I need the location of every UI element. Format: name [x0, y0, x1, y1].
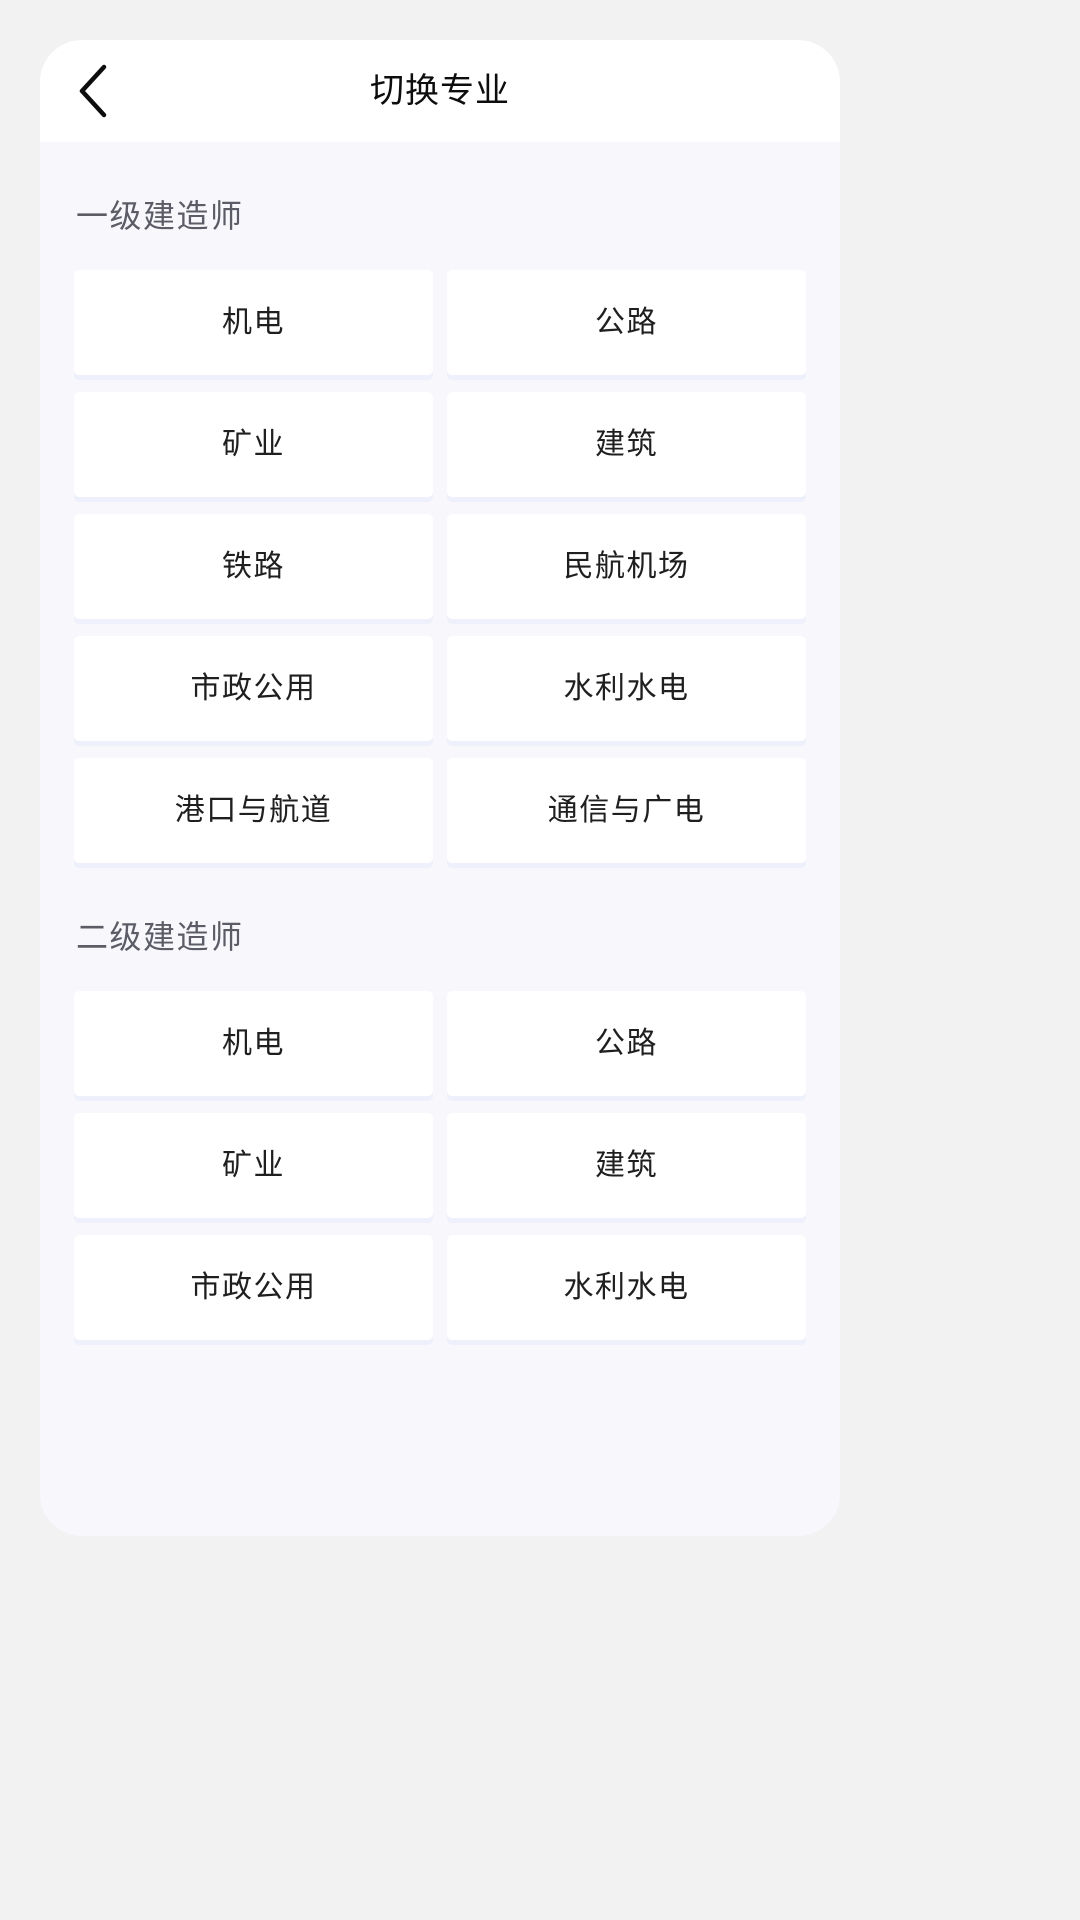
major-card[interactable]: 公路: [447, 991, 806, 1096]
major-card[interactable]: 民航机场: [447, 514, 806, 619]
major-card[interactable]: 矿业: [74, 1113, 433, 1218]
major-card[interactable]: 市政公用: [74, 636, 433, 741]
major-card-label: 机电: [222, 1029, 285, 1059]
major-card[interactable]: 铁路: [74, 514, 433, 619]
major-card-label: 建筑: [595, 430, 658, 460]
major-card[interactable]: 港口与航道: [74, 758, 433, 863]
back-button[interactable]: [62, 60, 124, 122]
major-list-scroll-area[interactable]: 一级建造师 机电 公路 矿业 建筑 铁路 民航机场: [40, 142, 840, 1536]
major-card-label: 矿业: [222, 1151, 285, 1181]
major-card-label: 铁路: [222, 552, 285, 582]
switch-major-screen: 切换专业 一级建造师 机电 公路 矿业 建筑 铁路: [40, 40, 840, 1536]
major-card[interactable]: 市政公用: [74, 1235, 433, 1340]
major-card-label: 市政公用: [191, 1273, 317, 1303]
section-level-2: 二级建造师 机电 公路 矿业 建筑 市政公用 水利水电: [40, 863, 840, 1340]
page-title: 切换专业: [40, 74, 840, 108]
major-card[interactable]: 水利水电: [447, 1235, 806, 1340]
navigation-bar: 切换专业: [40, 40, 840, 142]
section-level-1: 一级建造师 机电 公路 矿业 建筑 铁路 民航机场: [40, 142, 840, 863]
major-card-label: 民航机场: [564, 552, 690, 582]
major-card[interactable]: 机电: [74, 270, 433, 375]
major-card[interactable]: 矿业: [74, 392, 433, 497]
major-card[interactable]: 通信与广电: [447, 758, 806, 863]
major-card-label: 公路: [595, 1029, 658, 1059]
major-card-label: 市政公用: [191, 674, 317, 704]
major-grid: 机电 公路 矿业 建筑 市政公用 水利水电: [74, 991, 806, 1340]
major-grid: 机电 公路 矿业 建筑 铁路 民航机场 市政公用: [74, 270, 806, 863]
major-card-label: 水利水电: [564, 1273, 690, 1303]
major-card[interactable]: 建筑: [447, 392, 806, 497]
major-card-label: 通信与广电: [548, 796, 706, 826]
major-card-label: 港口与航道: [175, 796, 333, 826]
major-card[interactable]: 机电: [74, 991, 433, 1096]
major-card-label: 机电: [222, 308, 285, 338]
major-card[interactable]: 水利水电: [447, 636, 806, 741]
section-title: 一级建造师: [74, 142, 806, 270]
major-card-label: 矿业: [222, 430, 285, 460]
major-card[interactable]: 公路: [447, 270, 806, 375]
major-card-label: 建筑: [595, 1151, 658, 1181]
major-card-label: 公路: [595, 308, 658, 338]
major-card[interactable]: 建筑: [447, 1113, 806, 1218]
section-title: 二级建造师: [74, 863, 806, 991]
chevron-left-icon: [76, 64, 110, 118]
major-card-label: 水利水电: [564, 674, 690, 704]
